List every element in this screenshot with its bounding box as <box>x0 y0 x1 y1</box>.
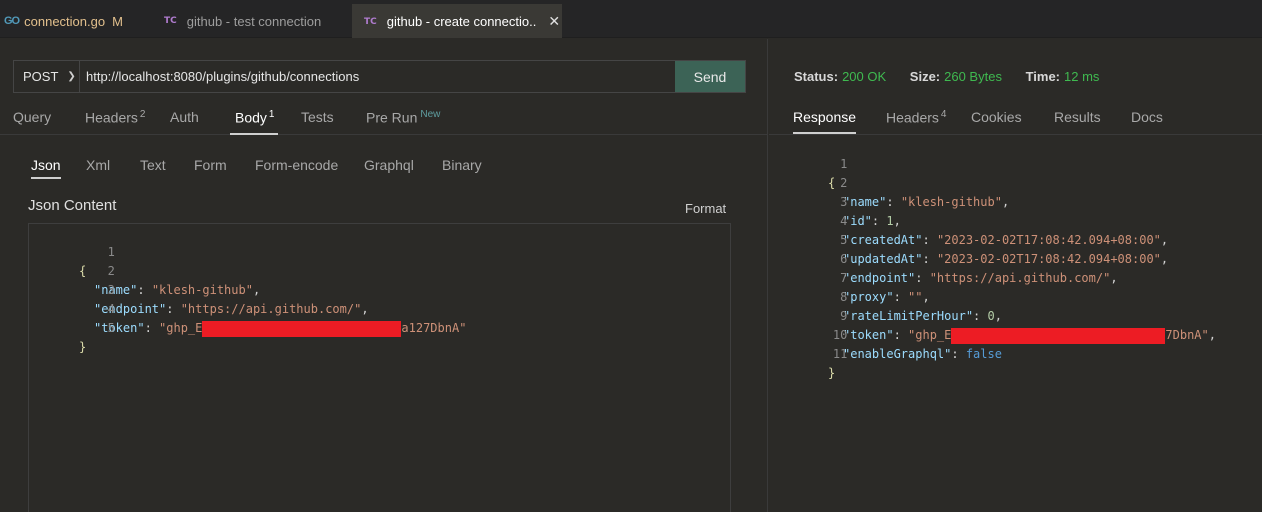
response-body-viewer[interactable]: 1 { 2 "name": "klesh-github", 3 "id": 1,… <box>769 136 1262 380</box>
code-line: 1 { <box>79 245 115 278</box>
method-label: POST <box>23 69 59 84</box>
tab-connection-go[interactable]: GO connection.go M <box>4 4 123 38</box>
json-value: false <box>965 347 1002 361</box>
response-pane: Status: 200 OK Size: 260 Bytes Time: 12 ms … <box>769 39 1262 512</box>
line-number: 11 <box>832 347 848 361</box>
tab-docs[interactable]: Docs <box>1131 109 1163 125</box>
tab-body[interactable]: Body 1 <box>230 109 279 135</box>
size-value: 260 Bytes <box>944 69 1002 84</box>
headers-count: 2 <box>139 109 146 120</box>
editor-tab-bar: GO connection.go M TC github - test conn… <box>0 0 1262 38</box>
body-count: 1 <box>268 109 275 120</box>
code-line: 8 "rateLimitPerHour": 0, <box>769 269 1262 323</box>
tab-response-headers-label: Headers <box>886 109 939 126</box>
response-status-bar: Status: 200 OK Size: 260 Bytes Time: 12 ms <box>794 69 1099 84</box>
json-content-label: Json Content <box>28 197 117 214</box>
json-body-editor[interactable]: 1 { 2 "name": "klesh-github", 3 "endpoin… <box>28 223 731 512</box>
chevron-down-icon: ❯ <box>67 71 76 82</box>
body-tab-text[interactable]: Text <box>140 157 166 173</box>
code-line: 5 "updatedAt": "2023-02-02T17:08:42.094+… <box>769 212 1262 266</box>
body-tab-json[interactable]: Json <box>31 157 61 179</box>
status-value: 200 OK <box>842 69 887 84</box>
url-bar: POST ❯ http://localhost:8080/plugins/git… <box>13 60 746 93</box>
thunder-client-icon: TC <box>364 16 377 27</box>
code-line: 7 "proxy": "", <box>769 250 1262 304</box>
tab-tests[interactable]: Tests <box>301 109 334 125</box>
code-line: 2 "name": "klesh-github", <box>29 243 730 297</box>
tab-results[interactable]: Results <box>1054 109 1101 125</box>
response-tabs: Response Headers 4 Cookies Results Docs <box>769 103 1262 135</box>
tab-pre-run-label: Pre Run <box>366 109 418 126</box>
new-badge: New <box>420 109 441 120</box>
code-line: 3 "id": 1, <box>769 174 1262 228</box>
code-line: 6 "endpoint": "https://api.github.com/", <box>769 231 1262 285</box>
go-file-icon: GO <box>4 15 20 27</box>
token-prefix: "ghp_E <box>159 321 203 335</box>
method-select[interactable]: POST ❯ <box>14 61 80 92</box>
response-headers-count: 4 <box>940 109 947 120</box>
format-button[interactable]: Format <box>685 201 726 216</box>
tab-headers-label: Headers <box>85 109 138 126</box>
status-label: Status: <box>794 69 839 84</box>
close-icon[interactable]: ✕ <box>548 13 560 30</box>
tab-github-create-connection[interactable]: TC github - create connectio.. ✕ <box>352 4 562 38</box>
body-tab-xml[interactable]: Xml <box>86 157 110 173</box>
tab-body-label: Body <box>235 109 267 126</box>
code-line: 1 { <box>769 136 1262 190</box>
thunder-client-icon: TC <box>164 16 177 26</box>
body-tab-form[interactable]: Form <box>194 157 227 173</box>
tab-response-headers[interactable]: Headers 4 <box>886 109 946 126</box>
redaction-block <box>202 320 402 337</box>
tab-label: connection.go <box>24 13 106 29</box>
tab-github-test-connection[interactable]: TC github - test connection <box>164 4 321 38</box>
code-line: 5 } <box>79 321 115 354</box>
tab-pre-run[interactable]: Pre Run New <box>366 109 440 126</box>
code-line: 10 "enableGraphql": false <box>769 307 1262 361</box>
tab-response[interactable]: Response <box>793 109 857 134</box>
code-line: 11 } <box>769 326 1262 380</box>
json-key: "enableGraphql" <box>843 347 952 361</box>
tab-label: github - create connectio.. <box>386 14 537 29</box>
code-line: 4 "token": "ghp_E a127DbnA" <box>29 281 730 337</box>
body-type-tabs: Json Xml Text Form Form-encode Graphql B… <box>0 157 768 179</box>
send-button[interactable]: Send <box>675 61 745 92</box>
request-pane: POST ❯ http://localhost:8080/plugins/git… <box>0 39 768 512</box>
time-label: Time: <box>1025 69 1061 84</box>
tab-auth[interactable]: Auth <box>170 109 199 125</box>
time-value: 12 ms <box>1064 69 1100 84</box>
token-suffix: a127DbnA" <box>401 321 467 335</box>
line-number: 5 <box>107 321 115 335</box>
body-tab-graphql[interactable]: Graphql <box>364 157 414 173</box>
url-input[interactable]: http://localhost:8080/plugins/github/con… <box>80 61 675 92</box>
request-tabs: Query Headers 2 Auth Body 1 Tests Pre Run N… <box>0 103 768 135</box>
tab-headers[interactable]: Headers 2 <box>85 109 145 126</box>
code-line: 2 "name": "klesh-github", <box>769 155 1262 209</box>
modified-indicator: M <box>112 13 123 29</box>
tab-query[interactable]: Query <box>13 109 51 125</box>
size-label: Size: <box>909 69 941 84</box>
code-line: 9 "token": "ghp_E 7DbnA", <box>769 288 1262 344</box>
body-tab-form-encode[interactable]: Form-encode <box>255 157 338 173</box>
code-line: 3 "endpoint": "https://api.github.com/", <box>29 262 730 316</box>
tab-label: github - test connection <box>186 13 322 29</box>
body-tab-binary[interactable]: Binary <box>442 157 482 173</box>
tab-cookies[interactable]: Cookies <box>971 109 1022 125</box>
code-line: 4 "createdAt": "2023-02-02T17:08:42.094+… <box>769 193 1262 247</box>
